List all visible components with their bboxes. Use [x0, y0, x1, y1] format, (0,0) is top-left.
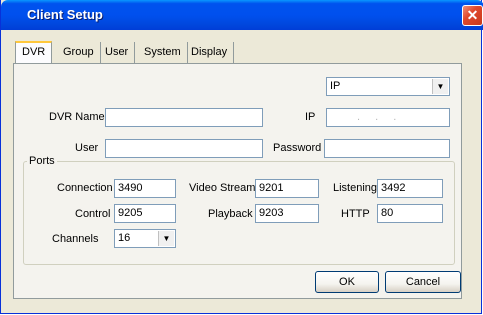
http-port-label: HTTP [341, 208, 370, 220]
dvr-name-input[interactable] [105, 108, 263, 127]
close-icon[interactable]: ✕ [462, 5, 483, 26]
ok-button[interactable]: OK [315, 271, 379, 293]
http-port-input[interactable]: 80 [377, 204, 443, 223]
chevron-down-icon[interactable]: ▼ [158, 231, 174, 246]
ports-group-title: Ports [27, 155, 57, 167]
listening-port-label: Listening [333, 182, 378, 194]
channels-value: 16 [118, 232, 131, 244]
channels-label: Channels [52, 233, 99, 245]
control-port-label: Control [75, 208, 111, 220]
control-port-input[interactable]: 9205 [114, 204, 176, 223]
tab-dvr[interactable]: DVR [15, 41, 52, 64]
title-bar[interactable]: Client Setup ✕ [1, 0, 483, 30]
password-input[interactable] [324, 139, 450, 158]
tab-system[interactable]: System [138, 42, 188, 63]
dvr-name-label: DVR Name [49, 111, 105, 123]
tab-group[interactable]: Group [57, 42, 101, 63]
user-label: User [75, 142, 99, 154]
playback-port-input[interactable]: 9203 [255, 204, 319, 223]
video-stream-port-label: Video Stream [189, 182, 256, 194]
user-input[interactable] [105, 139, 263, 158]
listening-port-input[interactable]: 3492 [377, 179, 443, 198]
tab-user[interactable]: User [99, 42, 136, 63]
connection-port-label: Connection [57, 182, 113, 194]
video-stream-port-input[interactable]: 9201 [255, 179, 319, 198]
client-setup-window: Client Setup ✕ DVR Group User System Dis… [0, 0, 483, 314]
ip-label: IP [305, 111, 316, 123]
cancel-button[interactable]: Cancel [385, 271, 461, 293]
connection-type-value: IP [330, 80, 341, 92]
connection-type-select[interactable]: IP ▼ [326, 77, 450, 96]
channels-select[interactable]: 16 ▼ [114, 229, 176, 248]
password-label: Password [273, 142, 322, 154]
window-title: Client Setup [27, 7, 103, 22]
tab-display[interactable]: Display [185, 42, 235, 63]
ip-address-input[interactable]: . . . [326, 108, 450, 127]
chevron-down-icon[interactable]: ▼ [432, 79, 448, 94]
connection-port-input[interactable]: 3490 [114, 179, 176, 198]
playback-port-label: Playback [208, 208, 253, 220]
